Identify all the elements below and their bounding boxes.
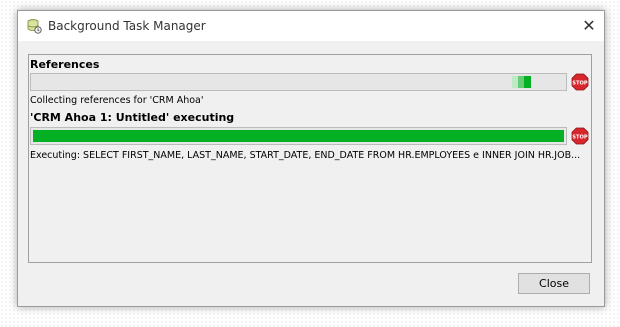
stop-label: STOP: [572, 134, 588, 140]
database-icon: [26, 18, 42, 34]
progress-bar-indeterminate: [30, 73, 567, 91]
window-title: Background Task Manager: [48, 19, 206, 33]
close-button[interactable]: Close: [518, 273, 590, 294]
progress-fill: [33, 130, 564, 142]
task-title: References: [30, 58, 100, 71]
task-title: 'CRM Ahoa 1: Untitled' executing: [30, 111, 235, 124]
progress-marquee: [524, 76, 531, 88]
stop-label: STOP: [572, 80, 588, 86]
stop-icon[interactable]: STOP: [571, 73, 589, 91]
close-icon[interactable]: ✕: [574, 11, 604, 41]
progress-bar: [30, 127, 567, 145]
stop-icon[interactable]: STOP: [571, 127, 589, 145]
task-status: Collecting references for 'CRM Ahoa': [30, 95, 204, 106]
title-bar[interactable]: Background Task Manager ✕: [18, 11, 604, 41]
task-list-panel: References STOP Collecting references fo…: [28, 54, 592, 263]
task-status: Executing: SELECT FIRST_NAME, LAST_NAME,…: [30, 150, 581, 161]
background-task-manager-dialog: Background Task Manager ✕ References STO…: [17, 10, 605, 307]
